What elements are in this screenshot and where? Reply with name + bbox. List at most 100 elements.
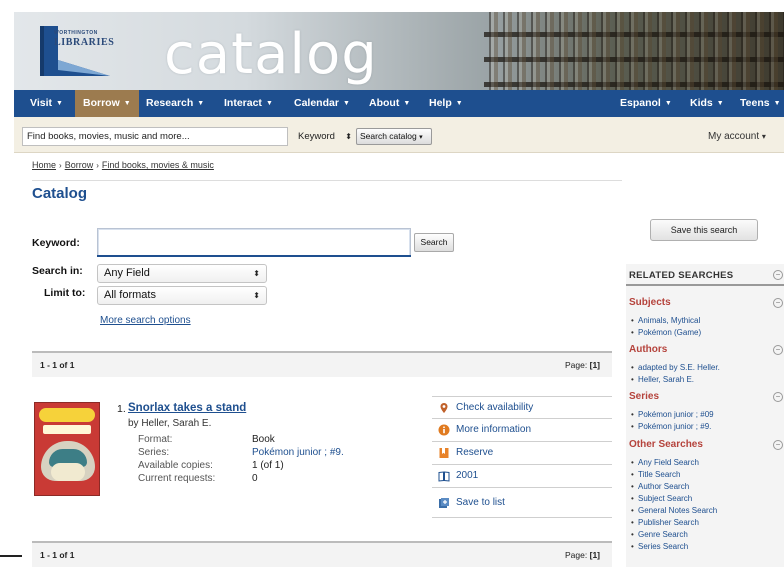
chevron-down-icon: ▼ [455,100,463,107]
search-catalog-button[interactable]: Search catalog ▾ [356,128,432,145]
related-link[interactable]: Animals, Mythical [631,316,700,325]
nav-borrow-label: Borrow [83,97,120,109]
nav-borrow[interactable]: Borrow ▼ [75,90,139,117]
year-link[interactable]: 2001 [432,465,612,488]
related-link[interactable]: Pokémon (Game) [631,328,701,337]
save-to-list-label: Save to list [456,497,505,508]
page-label: Page: [565,550,588,560]
breadcrumb-separator-icon: › [59,161,62,170]
result-number: 1. [117,403,126,415]
result-author: by Heller, Sarah E. [128,418,212,429]
nav-help-label: Help [429,97,452,109]
nav-interact[interactable]: Interact ▼ [224,90,273,117]
limit-to-select[interactable]: All formats ⬍ [97,286,267,305]
select-arrows-icon: ⬍ [345,132,352,141]
related-link[interactable]: Any Field Search [631,458,699,467]
nav-espanol[interactable]: Espanol ▼ [620,90,672,117]
nav-about[interactable]: About ▼ [369,90,410,117]
related-link[interactable]: Genre Search [631,530,688,539]
year-label: 2001 [456,470,479,481]
series-label: Series: [138,447,170,458]
series-link[interactable]: Pokémon junior ; #9. [252,447,344,458]
search-in-value: Any Field [104,267,150,279]
chevron-down-icon: ▼ [123,100,131,107]
limit-to-value: All formats [104,289,156,301]
nav-teens[interactable]: Teens ▼ [740,90,781,117]
more-information-link[interactable]: More information [432,419,612,442]
section-subjects-title: Subjects [629,297,671,308]
collapse-toggle-icon[interactable]: − [773,298,783,308]
related-link[interactable]: Pokémon junior ; #9. [631,422,711,431]
related-link[interactable]: Pokémon junior ; #09 [631,410,714,419]
nav-research[interactable]: Research ▼ [146,90,204,117]
results-bar-bottom: 1 - 1 of 1 Page: [1] [32,541,612,567]
quick-search-input[interactable] [22,127,288,146]
book-cover-image[interactable] [34,402,100,496]
nav-kids[interactable]: Kids ▼ [690,90,724,117]
related-link[interactable]: Author Search [631,482,689,491]
my-account-label: My account [708,131,760,142]
section-series-title: Series [629,391,660,402]
keyword-input[interactable] [97,228,411,257]
corner-mark [0,555,22,557]
related-link[interactable]: Subject Search [631,494,692,503]
nav-calendar-label: Calendar [294,97,339,109]
breadcrumb: Home › Borrow › Find books, movies & music [32,160,214,170]
chevron-down-icon: ▼ [197,100,205,107]
check-availability-label: Check availability [456,402,534,413]
section-authors-title: Authors [629,344,668,355]
related-link[interactable]: Publisher Search [631,518,699,527]
my-account-menu[interactable]: My account ▾ [708,127,766,146]
keyword-label: Keyword: [32,237,80,249]
nav-visit[interactable]: Visit ▼ [30,90,63,117]
available-copies-value: 1 (of 1) [252,460,284,471]
search-in-select[interactable]: Any Field ⬍ [97,264,267,283]
chevron-down-icon: ▼ [716,100,724,107]
search-type-select[interactable]: Keyword ⬍ [292,128,354,145]
nav-espanol-label: Espanol [620,97,661,109]
logo-small-text: WORTHINGTON [54,30,98,36]
related-link[interactable]: Heller, Sarah E. [631,375,694,384]
search-button[interactable]: Search [414,233,454,252]
keyword-input-underline [97,255,411,257]
chevron-down-icon: ▼ [664,100,672,107]
current-requests-value: 0 [252,473,258,484]
current-requests-label: Current requests: [138,473,216,484]
nav-visit-label: Visit [30,97,52,109]
results-count: 1 - 1 of 1 [40,550,75,560]
chevron-down-icon: ▼ [403,100,411,107]
nav-calendar[interactable]: Calendar ▼ [294,90,350,117]
collapse-toggle-icon[interactable]: − [773,440,783,450]
check-availability-link[interactable]: Check availability [432,396,612,419]
format-label: Format: [138,434,173,445]
format-value: Book [252,434,275,445]
related-link[interactable]: adapted by S.E. Heller. [631,363,720,372]
save-this-search-button[interactable]: Save this search [650,219,758,241]
quick-search-bar: Keyword ⬍ Search catalog ▾ My account ▾ [14,117,784,153]
collapse-toggle-icon[interactable]: − [773,270,783,280]
results-count: 1 - 1 of 1 [40,360,75,370]
nav-help[interactable]: Help ▼ [429,90,463,117]
breadcrumb-borrow[interactable]: Borrow [65,160,94,170]
page-current[interactable]: [1] [590,360,600,370]
related-link[interactable]: General Notes Search [631,506,717,515]
breadcrumb-current[interactable]: Find books, movies & music [102,160,214,170]
reserve-link[interactable]: Reserve [432,442,612,465]
result-title-link[interactable]: Snorlax takes a stand [128,402,246,414]
chevron-down-icon: ▼ [55,100,63,107]
collapse-toggle-icon[interactable]: − [773,392,783,402]
breadcrumb-home[interactable]: Home [32,160,56,170]
more-search-options-link[interactable]: More search options [100,315,191,326]
select-arrows-icon: ⬍ [253,269,260,278]
header-banner: WORTHINGTON LIBRARIES catalog [14,12,784,90]
select-arrows-icon: ⬍ [253,291,260,300]
related-link[interactable]: Title Search [631,470,680,479]
limit-to-label: Limit to: [44,287,86,299]
related-link[interactable]: Series Search [631,542,688,551]
collapse-toggle-icon[interactable]: − [773,345,783,355]
save-to-list-link[interactable]: Save to list [432,488,612,518]
page-label: Page: [565,360,588,370]
library-logo[interactable]: WORTHINGTON LIBRARIES [36,20,114,82]
section-other-searches-title: Other Searches [629,439,703,450]
page-current[interactable]: [1] [590,550,600,560]
